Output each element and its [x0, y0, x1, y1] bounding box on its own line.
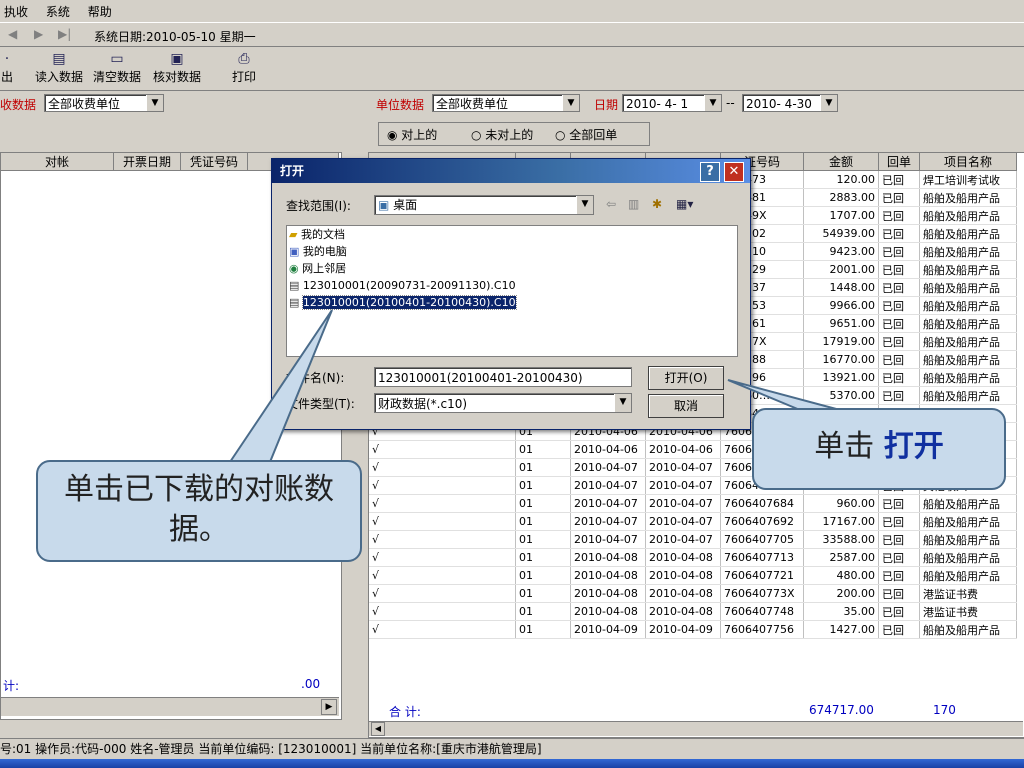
right-callout-pointer [727, 379, 841, 411]
left-callout-text: 单击已下载的对账数据。 [64, 472, 334, 547]
callout-pointers [228, 309, 841, 463]
status-text: 号:01 操作员:代码-000 姓名-管理员 当前单位编码: [12301000… [0, 742, 542, 756]
left-callout-pointer [228, 309, 333, 463]
left-callout: 单击已下载的对账数据。 [36, 460, 362, 562]
right-callout: 单击 打开 [752, 408, 1006, 490]
right-callout-prefix: 单击 [814, 429, 884, 464]
status-bar: 号:01 操作员:代码-000 姓名-管理员 当前单位编码: [12301000… [0, 738, 1024, 759]
taskbar [0, 759, 1024, 768]
right-callout-emphasis: 打开 [883, 429, 944, 464]
